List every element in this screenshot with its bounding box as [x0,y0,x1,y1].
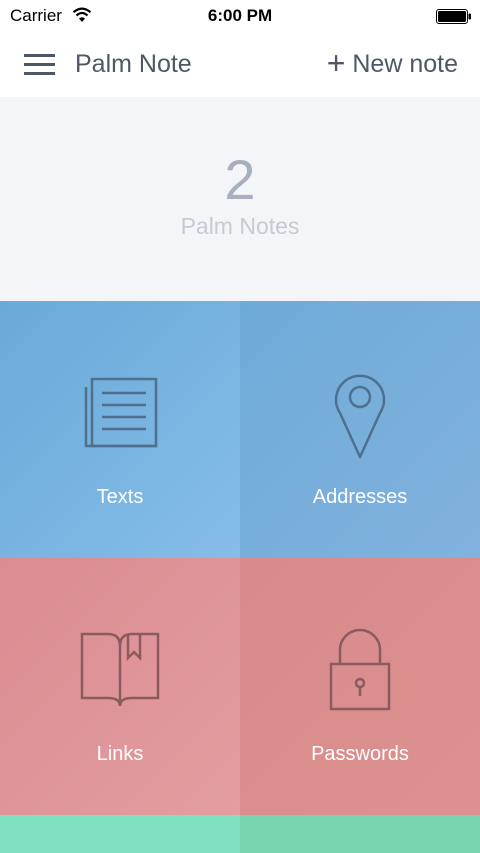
category-label-passwords: Passwords [311,743,409,765]
document-icon [0,371,240,461]
menu-icon[interactable] [24,52,55,78]
nav-bar: Palm Note + New note [0,34,480,97]
category-tile-partial-left[interactable] [0,815,240,853]
notes-summary: 2 Palm Notes [0,97,480,301]
padlock-icon [240,628,480,718]
plus-icon: + [326,45,346,81]
app-title: Palm Note [75,50,192,78]
new-note-label: New note [352,49,458,78]
category-addresses[interactable]: Addresses [240,301,480,558]
bookmark-book-icon [0,628,240,718]
category-texts[interactable]: Texts [0,301,240,558]
category-label-links: Links [96,743,144,765]
battery-icon [436,9,471,24]
category-label-texts: Texts [96,486,144,508]
clock: 6:00 PM [207,6,273,25]
notes-count: 2 [224,148,256,211]
status-bar: Carrier 6:00 PM [0,0,480,34]
category-passwords[interactable]: Passwords [240,558,480,815]
map-pin-icon [240,371,480,461]
category-links[interactable]: Links [0,558,240,815]
category-tile-partial-right[interactable] [240,815,480,853]
new-note-button[interactable]: + New note [326,45,458,81]
category-label-addresses: Addresses [312,486,408,508]
notes-count-label: Palm Notes [180,213,300,239]
